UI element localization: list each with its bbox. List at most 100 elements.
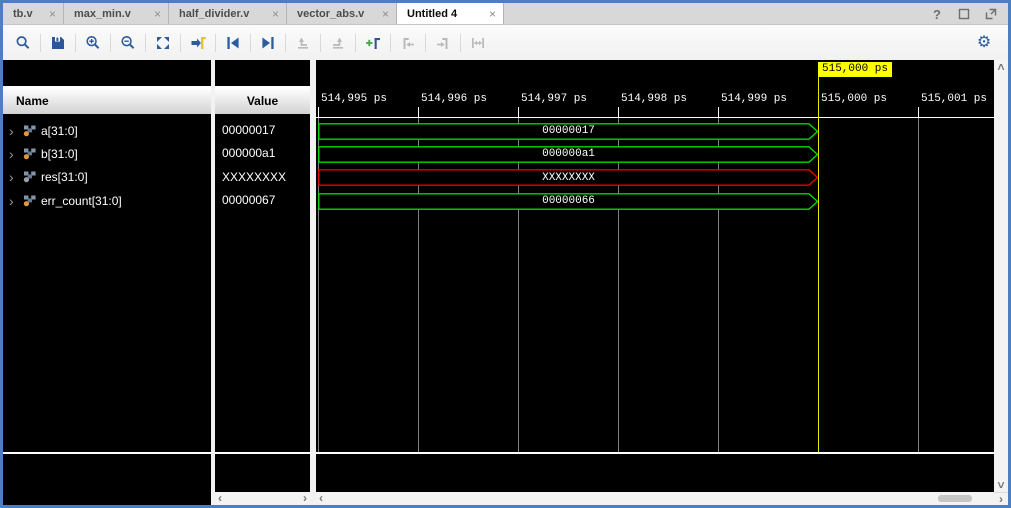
scrollbar-corner[interactable]: › <box>994 492 1008 505</box>
ruler-tick-label: 514,996 ps <box>421 93 487 105</box>
ruler-tick-label: 514,995 ps <box>321 93 387 105</box>
scroll-down-icon[interactable]: ˅ <box>997 478 1004 492</box>
names-separator-line <box>3 452 211 454</box>
ruler-tick-label: 514,997 ps <box>521 93 587 105</box>
signal-value: 00000067 <box>215 189 310 212</box>
signal-value: XXXXXXXX <box>215 166 310 189</box>
signal-name: b[31:0] <box>41 147 78 161</box>
toolbar-separator <box>390 34 391 52</box>
toolbar-separator <box>320 34 321 52</box>
tab-close-icon[interactable]: × <box>489 7 496 21</box>
signal-row-a310[interactable]: › a[31:0] <box>3 119 211 142</box>
ruler-tick-label: 515,000 ps <box>821 93 887 105</box>
ruler-tick-mark <box>418 107 419 117</box>
value-header-label: Value <box>247 94 278 108</box>
tab-untitled-4[interactable]: Untitled 4 × <box>397 3 504 24</box>
scroll-right-icon[interactable]: › <box>999 492 1003 506</box>
gridline <box>318 118 319 452</box>
add-marker-button[interactable] <box>361 31 385 55</box>
maximize-icon[interactable] <box>957 7 971 21</box>
wave-horizontal-scrollbar[interactable]: ‹ <box>316 492 994 505</box>
tab-vector-abs-v[interactable]: vector_abs.v× <box>287 3 397 24</box>
wave-bus-value: 00000066 <box>318 195 819 207</box>
float-icon[interactable] <box>984 7 998 21</box>
expand-chevron-icon[interactable]: › <box>9 126 19 136</box>
wave-bus-value: XXXXXXXX <box>318 172 819 184</box>
scroll-up-icon[interactable]: ˄ <box>997 60 1004 74</box>
tab-tb-v[interactable]: tb.v × <box>3 3 64 24</box>
signal-value: 000000a1 <box>215 142 310 165</box>
previous-transition-button[interactable] <box>221 31 245 55</box>
value-column-header: Value <box>215 86 310 114</box>
signal-names-panel: Name › a[31:0] › b[31:0] › res[31:0] › err_coun… <box>3 60 211 505</box>
signal-value: 00000017 <box>215 119 310 142</box>
ruler-tick-mark <box>918 107 919 117</box>
tab-label: Untitled 4 <box>407 8 483 20</box>
go-to-cursor-button[interactable] <box>186 31 210 55</box>
signal-name: err_count[31:0] <box>41 194 122 208</box>
ruler-tick-mark <box>718 107 719 117</box>
next-edge-button <box>326 31 350 55</box>
tab-close-icon[interactable]: × <box>382 7 389 21</box>
signal-row-res310[interactable]: › res[31:0] <box>3 166 211 189</box>
scroll-left-icon[interactable]: ‹ <box>218 492 222 505</box>
bus-icon <box>23 125 37 137</box>
previous-marker-button <box>396 31 420 55</box>
signal-row-b310[interactable]: › b[31:0] <box>3 142 211 165</box>
expand-chevron-icon[interactable]: › <box>9 149 19 159</box>
wave-main-area: Name › a[31:0] › b[31:0] › res[31:0] › err_coun… <box>3 60 1008 505</box>
toolbar-separator <box>75 34 76 52</box>
toolbar-separator <box>355 34 356 52</box>
signal-values-panel: Value 00000017000000a1XXXXXXXX00000067 ‹… <box>215 60 310 505</box>
tab-label: half_divider.v <box>179 8 266 20</box>
expand-chevron-icon[interactable]: › <box>9 196 19 206</box>
tab-bar: tb.v×max_min.v×half_divider.v×vector_abs… <box>3 3 1008 25</box>
save-wave-config-button[interactable] <box>46 31 70 55</box>
gridline <box>718 118 719 452</box>
toolbar-separator <box>145 34 146 52</box>
wave-toolbar: ⚙ <box>3 25 1008 60</box>
bus-icon <box>23 148 37 160</box>
ruler-tick-mark <box>318 107 319 117</box>
tab-close-icon[interactable]: × <box>49 7 56 21</box>
tab-half-divider-v[interactable]: half_divider.v × <box>169 3 287 24</box>
name-column-header: Name <box>3 86 211 114</box>
gridline <box>418 118 419 452</box>
zoom-in-button[interactable] <box>81 31 105 55</box>
zoom-out-button[interactable] <box>116 31 140 55</box>
wave-scrollbar-thumb[interactable] <box>938 495 972 502</box>
gridline <box>518 118 519 452</box>
tab-max-min-v[interactable]: max_min.v× <box>64 3 169 24</box>
toolbar-separator <box>180 34 181 52</box>
find-button[interactable] <box>11 31 35 55</box>
scroll-right-icon[interactable]: › <box>303 492 307 505</box>
values-top-strip <box>215 60 310 86</box>
toolbar-separator <box>40 34 41 52</box>
time-cursor-label: 515,000 ps <box>818 62 892 77</box>
tab-label: tb.v <box>13 8 43 20</box>
zoom-fit-button[interactable] <box>151 31 175 55</box>
next-transition-button[interactable] <box>256 31 280 55</box>
gridline <box>918 118 919 452</box>
values-horizontal-scrollbar[interactable]: ‹ › <box>215 492 310 505</box>
tab-close-icon[interactable]: × <box>154 7 161 21</box>
scroll-left-icon[interactable]: ‹ <box>319 492 323 505</box>
wave-vertical-scrollbar[interactable]: ˄ ˅ › <box>994 60 1008 505</box>
help-icon[interactable]: ? <box>930 7 944 21</box>
toolbar-separator <box>215 34 216 52</box>
signal-name: res[31:0] <box>41 170 88 184</box>
waveform-canvas[interactable]: 515,000 ps ‹ 514,995 ps 514,996 ps 514,997… <box>316 60 994 505</box>
bus-icon <box>23 195 37 207</box>
tab-close-icon[interactable]: × <box>272 7 279 21</box>
previous-edge-button <box>291 31 315 55</box>
gridline <box>618 118 619 452</box>
signal-row-err_count310[interactable]: › err_count[31:0] <box>3 189 211 212</box>
values-separator-line <box>215 452 310 454</box>
expand-chevron-icon[interactable]: › <box>9 172 19 182</box>
next-marker-button <box>431 31 455 55</box>
settings-button[interactable]: ⚙ <box>972 31 996 55</box>
wave-bus-value: 000000a1 <box>318 148 819 160</box>
signal-name: a[31:0] <box>41 124 78 138</box>
swap-cursors-button <box>466 31 490 55</box>
ruler-tick-mark <box>518 107 519 117</box>
